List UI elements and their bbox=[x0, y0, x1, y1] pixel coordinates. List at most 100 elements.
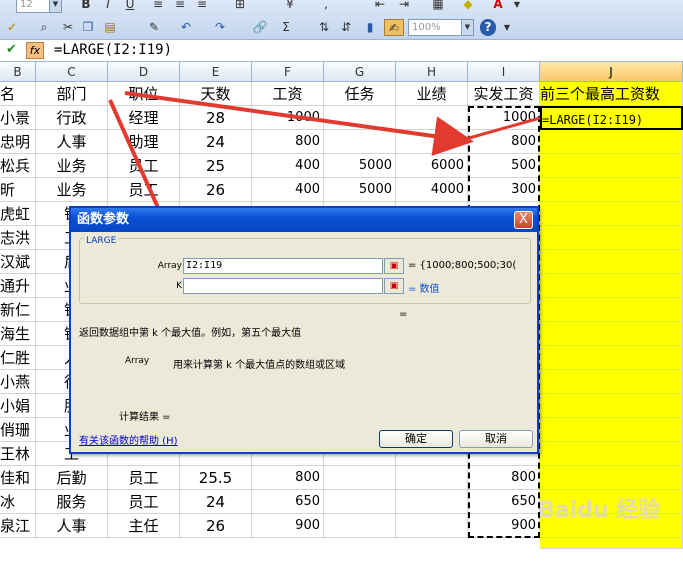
table-cell[interactable] bbox=[324, 106, 396, 130]
sort-descending-icon[interactable]: ⇵ bbox=[338, 19, 354, 36]
table-cell[interactable]: 28 bbox=[180, 106, 252, 130]
formula-input[interactable]: =LARGE(I2:I19) bbox=[54, 42, 172, 58]
table-cell[interactable]: 王林 bbox=[0, 442, 36, 466]
currency-icon[interactable]: ¥ bbox=[282, 0, 298, 13]
table-cell[interactable] bbox=[540, 322, 683, 346]
table-cell[interactable]: 虎虹 bbox=[0, 202, 36, 226]
table-cell[interactable] bbox=[324, 466, 396, 490]
table-cell[interactable] bbox=[540, 154, 683, 178]
sort-ascending-icon[interactable]: ⇅ bbox=[316, 19, 332, 36]
table-cell[interactable]: 忠明 bbox=[0, 130, 36, 154]
table-cell[interactable]: 新仁 bbox=[0, 298, 36, 322]
italic-button[interactable]: I bbox=[100, 0, 116, 13]
column-header[interactable]: B bbox=[0, 62, 36, 82]
font-color-button[interactable]: A bbox=[490, 0, 506, 13]
table-cell[interactable]: 26 bbox=[180, 514, 252, 538]
table-cell[interactable]: 行政 bbox=[36, 106, 108, 130]
header-cell[interactable]: 天数 bbox=[180, 82, 252, 106]
align-right-icon[interactable]: ≡ bbox=[194, 0, 210, 13]
header-cell[interactable]: 工资 bbox=[252, 82, 324, 106]
spell-check-icon[interactable]: ✓ bbox=[4, 19, 20, 36]
table-cell[interactable]: 5000 bbox=[324, 178, 396, 202]
table-cell[interactable]: 松兵 bbox=[0, 154, 36, 178]
drawing-icon[interactable]: ✍ bbox=[384, 19, 404, 36]
table-cell[interactable]: 650 bbox=[252, 490, 324, 514]
table-cell[interactable] bbox=[540, 370, 683, 394]
increase-decimal-icon[interactable]: , bbox=[318, 0, 334, 13]
table-cell[interactable]: 800 bbox=[468, 130, 540, 154]
header-cell[interactable]: 部门 bbox=[36, 82, 108, 106]
underline-button[interactable]: U bbox=[122, 0, 138, 13]
table-cell[interactable]: 500 bbox=[468, 154, 540, 178]
table-cell[interactable]: 昕 bbox=[0, 178, 36, 202]
align-center-icon[interactable]: ≡ bbox=[172, 0, 188, 13]
table-cell[interactable] bbox=[540, 394, 683, 418]
help-link[interactable]: 有关该函数的帮助 (H) bbox=[79, 432, 178, 447]
table-cell[interactable] bbox=[540, 250, 683, 274]
table-cell[interactable]: 服务 bbox=[36, 490, 108, 514]
table-cell[interactable] bbox=[324, 490, 396, 514]
cancel-button[interactable]: 取消 bbox=[459, 430, 533, 448]
copy-icon[interactable]: ❐ bbox=[80, 19, 96, 36]
table-cell[interactable]: 佳和 bbox=[0, 466, 36, 490]
table-cell[interactable] bbox=[396, 130, 468, 154]
table-cell[interactable]: 业务 bbox=[36, 178, 108, 202]
table-cell[interactable]: =LARGE(I2:I19) bbox=[540, 106, 683, 130]
table-cell[interactable]: 汉斌 bbox=[0, 250, 36, 274]
table-cell[interactable]: 后勤 bbox=[36, 466, 108, 490]
column-header[interactable]: D bbox=[108, 62, 180, 82]
table-cell[interactable]: 业务 bbox=[36, 154, 108, 178]
header-cell[interactable]: 实发工资 bbox=[468, 82, 540, 106]
table-cell[interactable]: 1000 bbox=[468, 106, 540, 130]
table-cell[interactable] bbox=[324, 514, 396, 538]
column-header[interactable]: C bbox=[36, 62, 108, 82]
table-cell[interactable]: 员工 bbox=[108, 466, 180, 490]
enter-check-icon[interactable]: ✔ bbox=[6, 42, 17, 57]
chevron-down-icon[interactable]: ▼ bbox=[512, 0, 522, 13]
table-cell[interactable]: 1000 bbox=[252, 106, 324, 130]
help-button[interactable]: ? bbox=[480, 19, 496, 36]
bold-button[interactable]: B bbox=[78, 0, 94, 13]
table-cell[interactable]: 25.5 bbox=[180, 466, 252, 490]
column-header[interactable]: E bbox=[180, 62, 252, 82]
header-cell[interactable]: 名 bbox=[0, 82, 36, 106]
autosum-button[interactable]: Σ bbox=[278, 19, 294, 36]
table-cell[interactable] bbox=[396, 490, 468, 514]
hyperlink-icon[interactable]: 🔗 bbox=[252, 19, 268, 36]
align-left-icon[interactable]: ≡ bbox=[150, 0, 166, 13]
table-cell[interactable] bbox=[540, 442, 683, 466]
table-cell[interactable]: 650 bbox=[468, 490, 540, 514]
table-cell[interactable]: 小娟 bbox=[0, 394, 36, 418]
table-cell[interactable] bbox=[540, 298, 683, 322]
table-cell[interactable]: 小燕 bbox=[0, 370, 36, 394]
header-cell[interactable]: 前三个最高工资数 bbox=[540, 82, 683, 106]
table-cell[interactable]: 900 bbox=[252, 514, 324, 538]
header-cell[interactable]: 业绩 bbox=[396, 82, 468, 106]
table-cell[interactable]: 主任 bbox=[108, 514, 180, 538]
table-cell[interactable]: 经理 bbox=[108, 106, 180, 130]
table-cell[interactable]: 海生 bbox=[0, 322, 36, 346]
decrease-indent-icon[interactable]: ⇤ bbox=[372, 0, 388, 13]
undo-icon[interactable]: ↶ bbox=[178, 19, 194, 36]
fill-color-icon[interactable]: ◆ bbox=[460, 0, 476, 13]
table-cell[interactable]: 6000 bbox=[396, 154, 468, 178]
table-cell[interactable] bbox=[540, 226, 683, 250]
ok-button[interactable]: 确定 bbox=[379, 430, 453, 448]
k-input[interactable] bbox=[183, 278, 383, 294]
column-header[interactable]: F bbox=[252, 62, 324, 82]
chevron-down-icon[interactable]: ▼ bbox=[502, 19, 512, 36]
table-cell[interactable]: 26 bbox=[180, 178, 252, 202]
table-cell[interactable] bbox=[540, 346, 683, 370]
research-icon[interactable]: ⌕ bbox=[36, 19, 52, 36]
table-cell[interactable]: 泉江 bbox=[0, 514, 36, 538]
paste-icon[interactable]: ▤ bbox=[102, 19, 118, 36]
column-header[interactable]: I bbox=[468, 62, 540, 82]
table-cell[interactable]: 员工 bbox=[108, 178, 180, 202]
chevron-down-icon[interactable]: ▼ bbox=[461, 20, 473, 35]
table-cell[interactable]: 小景 bbox=[0, 106, 36, 130]
insert-function-button[interactable]: fx bbox=[26, 42, 44, 59]
table-cell[interactable]: 冰 bbox=[0, 490, 36, 514]
merge-cells-icon[interactable]: ⊞ bbox=[232, 0, 248, 13]
table-cell[interactable]: 通升 bbox=[0, 274, 36, 298]
table-cell[interactable]: 800 bbox=[252, 466, 324, 490]
